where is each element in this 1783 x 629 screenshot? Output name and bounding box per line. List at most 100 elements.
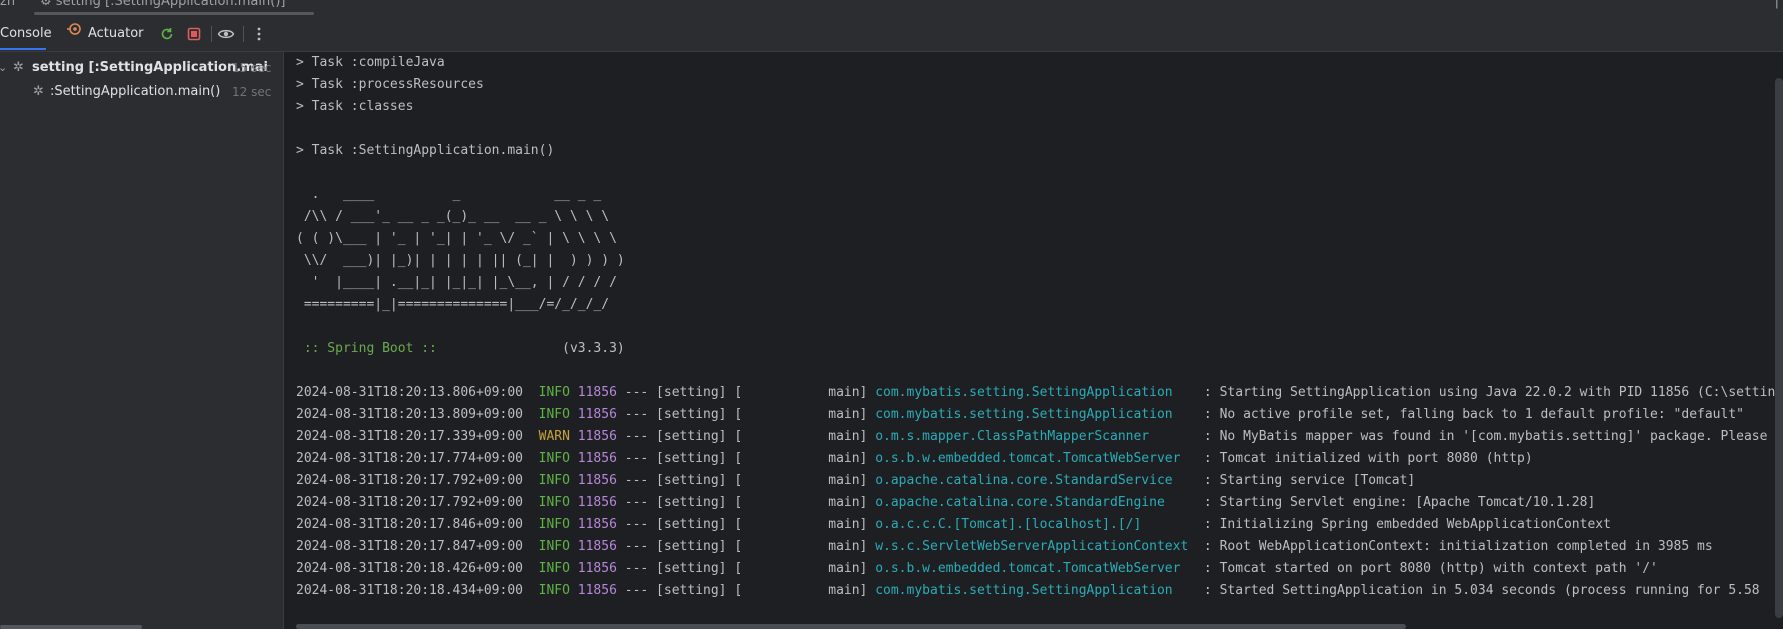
log-line: 2024-08-31T18:20:13.806+09:00 INFO 11856… bbox=[296, 382, 1783, 404]
log-logger: w.s.c.ServletWebServerApplicationContext bbox=[875, 539, 1197, 554]
log-level: INFO bbox=[538, 583, 570, 598]
gradle-line bbox=[296, 162, 1783, 184]
log-message: : No MyBatis mapper was found in '[com.m… bbox=[1196, 429, 1768, 444]
log-level: INFO bbox=[538, 539, 570, 554]
log-timestamp: 2024-08-31T18:20:13.809+09:00 bbox=[296, 407, 523, 422]
log-level: INFO bbox=[538, 385, 570, 400]
console-vertical-scrollbar[interactable] bbox=[1775, 78, 1783, 618]
log-message: : Tomcat initialized with port 8080 (htt… bbox=[1196, 451, 1533, 466]
log-logger: com.mybatis.setting.SettingApplication bbox=[875, 385, 1197, 400]
log-level: INFO bbox=[538, 495, 570, 510]
log-logger: o.a.c.c.C.[Tomcat].[localhost].[/] bbox=[875, 517, 1197, 532]
strip-left-fragment: zn bbox=[0, 0, 16, 9]
spring-boot-version-line: :: Spring Boot :: (v3.3.3) bbox=[296, 338, 1783, 360]
rerun-icon[interactable] bbox=[158, 25, 176, 43]
log-pid: 11856 bbox=[577, 583, 617, 598]
log-level: INFO bbox=[538, 407, 570, 422]
actuator-icon bbox=[66, 17, 82, 51]
log-logger: o.s.b.w.embedded.tomcat.TomcatWebServer bbox=[875, 561, 1197, 576]
spinner-icon: ✲ bbox=[13, 60, 24, 75]
log-line: 2024-08-31T18:20:17.847+09:00 INFO 11856… bbox=[296, 536, 1783, 558]
log-timestamp: 2024-08-31T18:20:17.774+09:00 bbox=[296, 451, 523, 466]
log-line: 2024-08-31T18:20:17.792+09:00 INFO 11856… bbox=[296, 470, 1783, 492]
spring-boot-icon: ⚙ bbox=[40, 0, 52, 9]
banner-line: \\/ ___)| |_)| | | | | || (_| | ) ) ) ) bbox=[296, 253, 625, 268]
tab-console[interactable]: Console bbox=[0, 17, 58, 50]
tree-item-main[interactable]: ✲ :SettingApplication.main() 12 sec bbox=[0, 81, 283, 103]
run-configuration-tab[interactable]: ⚙ setting [:SettingApplication.main()] bbox=[40, 0, 285, 9]
banner-line: /\\ / ___'_ __ _ _(_)_ __ __ _ \ \ \ \ bbox=[296, 209, 610, 224]
log-thread: --- [setting] [ main] bbox=[616, 495, 876, 510]
log-line: 2024-08-31T18:20:18.426+09:00 INFO 11856… bbox=[296, 558, 1783, 580]
chevron-down-icon[interactable]: ⌄ bbox=[0, 57, 7, 79]
toolbar-divider bbox=[211, 26, 212, 42]
console-output[interactable]: > Task :compileJava > Task :processResour… bbox=[284, 52, 1783, 629]
tab-actuator-label: Actuator bbox=[88, 25, 144, 41]
log-thread: --- [setting] [ main] bbox=[616, 407, 876, 422]
banner-line: =========|_|==============|___/=/_/_/_/ bbox=[296, 297, 610, 312]
log-level: INFO bbox=[538, 517, 570, 532]
stop-icon[interactable] bbox=[185, 25, 203, 43]
log-pid: 11856 bbox=[577, 561, 617, 576]
log-thread: --- [setting] [ main] bbox=[616, 385, 876, 400]
log-thread: --- [setting] [ main] bbox=[616, 539, 876, 554]
gradle-line: > Task :classes bbox=[296, 99, 414, 114]
tree-item-time: 12 sec bbox=[232, 85, 272, 99]
log-message: : Tomcat started on port 8080 (http) wit… bbox=[1196, 561, 1658, 576]
console-horizontal-scrollbar[interactable] bbox=[296, 624, 1406, 629]
log-thread: --- [setting] [ main] bbox=[616, 561, 876, 576]
eye-icon[interactable] bbox=[217, 25, 235, 43]
spring-boot-version: (v3.3.3) bbox=[444, 341, 625, 356]
gradle-line: > Task :processResources bbox=[296, 77, 484, 92]
run-tabs-strip: zn ⚙ setting [:SettingApplication.main()… bbox=[0, 0, 1783, 18]
strip-right-fragment: | bbox=[1774, 0, 1779, 9]
log-thread: --- [setting] [ main] bbox=[616, 583, 876, 598]
spring-boot-label: :: Spring Boot :: bbox=[296, 341, 445, 356]
log-message: : Starting service [Tomcat] bbox=[1196, 473, 1416, 488]
log-line: 2024-08-31T18:20:17.846+09:00 INFO 11856… bbox=[296, 514, 1783, 536]
log-message: : Starting SettingApplication using Java… bbox=[1196, 385, 1783, 400]
log-timestamp: 2024-08-31T18:20:17.847+09:00 bbox=[296, 539, 523, 554]
log-thread: --- [setting] [ main] bbox=[616, 451, 876, 466]
log-timestamp: 2024-08-31T18:20:17.792+09:00 bbox=[296, 495, 523, 510]
tree-item-time: 15 sec bbox=[232, 61, 272, 75]
more-vertical-icon[interactable] bbox=[250, 25, 268, 43]
tree-item-setting[interactable]: ⌄ ✲ setting [:SettingApplication.mai 15 … bbox=[0, 57, 283, 79]
log-level: INFO bbox=[538, 473, 570, 488]
log-line: 2024-08-31T18:20:18.434+09:00 INFO 11856… bbox=[296, 580, 1783, 602]
log-pid: 11856 bbox=[577, 385, 617, 400]
log-pid: 11856 bbox=[577, 539, 617, 554]
run-configuration-tab-label: setting [:SettingApplication.main()] bbox=[55, 0, 286, 9]
tab-console-label: Console bbox=[0, 26, 52, 41]
log-message: : Starting Servlet engine: [Apache Tomca… bbox=[1196, 495, 1596, 510]
log-thread: --- [setting] [ main] bbox=[616, 517, 876, 532]
banner-line: ' |____| .__|_| |_|_| |_\__, | / / / / bbox=[296, 275, 617, 290]
log-message: : Started SettingApplication in 5.034 se… bbox=[1196, 583, 1760, 598]
log-timestamp: 2024-08-31T18:20:17.339+09:00 bbox=[296, 429, 523, 444]
log-line: 2024-08-31T18:20:17.792+09:00 INFO 11856… bbox=[296, 492, 1783, 514]
tree-scrollbar[interactable] bbox=[0, 625, 142, 629]
log-logger: o.apache.catalina.core.StandardService bbox=[875, 473, 1197, 488]
gradle-line: > Task :compileJava bbox=[296, 55, 445, 70]
log-line: 2024-08-31T18:20:13.809+09:00 INFO 11856… bbox=[296, 404, 1783, 426]
log-pid: 11856 bbox=[577, 451, 617, 466]
banner-line bbox=[296, 316, 1783, 338]
toolbar-divider bbox=[243, 26, 244, 42]
log-timestamp: 2024-08-31T18:20:17.792+09:00 bbox=[296, 473, 523, 488]
log-level: WARN bbox=[538, 429, 570, 444]
log-message: : Initializing Spring embedded WebApplic… bbox=[1196, 517, 1611, 532]
tab-actuator[interactable]: Actuator bbox=[66, 17, 144, 50]
log-timestamp: 2024-08-31T18:20:17.846+09:00 bbox=[296, 517, 523, 532]
log-line: 2024-08-31T18:20:17.339+09:00 WARN 11856… bbox=[296, 426, 1783, 448]
gradle-line bbox=[296, 118, 1783, 140]
log-logger: com.mybatis.setting.SettingApplication bbox=[875, 407, 1197, 422]
log-pid: 11856 bbox=[577, 407, 617, 422]
tabs-scrollbar[interactable] bbox=[34, 12, 314, 15]
gradle-line: > Task :SettingApplication.main() bbox=[296, 143, 555, 158]
banner-line: . ____ _ __ _ _ bbox=[296, 187, 602, 202]
log-timestamp: 2024-08-31T18:20:13.806+09:00 bbox=[296, 385, 523, 400]
active-tab-indicator bbox=[0, 48, 46, 50]
log-message: : Root WebApplicationContext: initializa… bbox=[1196, 539, 1713, 554]
log-message: : No active profile set, falling back to… bbox=[1196, 407, 1744, 422]
